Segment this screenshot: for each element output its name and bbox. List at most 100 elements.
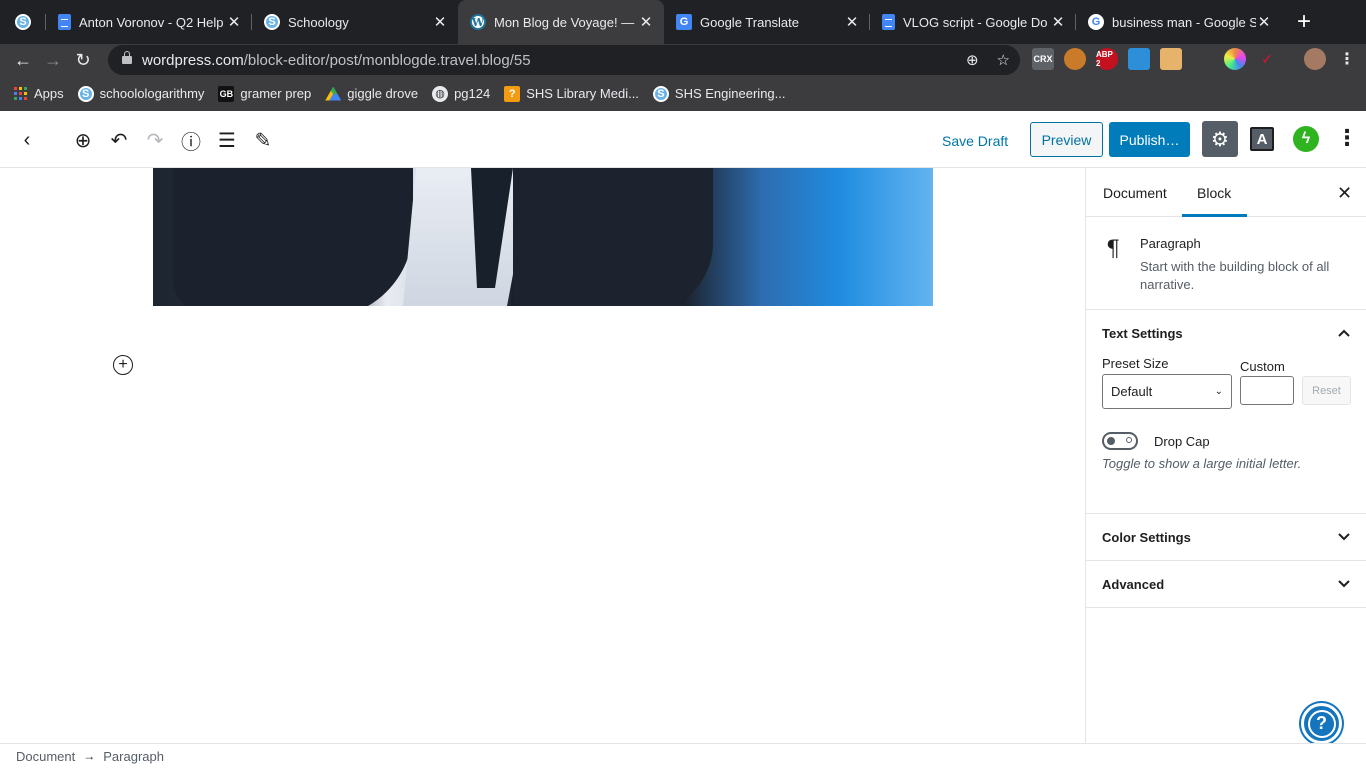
block-inserter-plus-icon[interactable]: + — [113, 355, 133, 375]
schoology-icon: S — [15, 14, 31, 30]
custom-size-input[interactable] — [1240, 376, 1294, 405]
globe-icon: ◍ — [432, 85, 449, 102]
bookmark-apps[interactable]: Apps — [14, 86, 64, 101]
close-icon[interactable]: ✕ — [844, 13, 860, 31]
close-icon[interactable]: ✕ — [432, 13, 448, 31]
tab-schoology[interactable]: S Schoology ✕ — [252, 0, 458, 44]
chevron-down-icon — [1338, 533, 1350, 541]
text-settings-panel: Text Settings Preset Size Custom Default… — [1086, 310, 1366, 514]
advanced-panel[interactable]: Advanced — [1086, 561, 1366, 608]
google-translate-icon: G — [676, 14, 692, 30]
bookmark-shs-engineering[interactable]: S SHS Engineering... — [652, 85, 786, 102]
checkmark-extension-icon[interactable] — [1128, 48, 1150, 70]
close-sidebar-icon[interactable]: ✕ — [1337, 183, 1352, 204]
crx-extension-icon[interactable]: CRX — [1032, 48, 1054, 70]
address-bar[interactable]: wordpress.com/block-editor/post/monblogd… — [108, 45, 1020, 75]
tab-schoology-pinned[interactable]: S — [0, 0, 46, 44]
add-block-icon[interactable]: ⊕ — [71, 128, 95, 152]
undo-icon[interactable]: ↶ — [107, 128, 131, 152]
browser-tab-strip: S Anton Voronov - Q2 Help ✕ S Schoology … — [0, 0, 1366, 44]
google-drive-icon — [325, 86, 342, 101]
tab-title: Mon Blog de Voyage! — V — [494, 14, 638, 30]
bookmark-pg124[interactable]: ◍ pg124 — [432, 85, 490, 102]
sidebar-tabs: Document Block ✕ — [1086, 168, 1366, 217]
profile-avatar[interactable] — [1304, 48, 1326, 70]
arrow-right-icon: → — [83, 749, 96, 763]
bookmark-gramer-prep[interactable]: GB gramer prep — [218, 85, 311, 102]
gb-icon: GB — [218, 85, 235, 102]
close-icon[interactable]: ✕ — [1256, 13, 1272, 31]
redo-icon[interactable]: ↷ — [143, 128, 167, 152]
help-question-icon[interactable]: ? — [1301, 703, 1342, 744]
advanced-title: Advanced — [1102, 577, 1165, 592]
jetpack-icon[interactable]: ϟ — [1293, 126, 1319, 152]
breadcrumb-document[interactable]: Document — [16, 749, 75, 764]
publish-button[interactable]: Publish… — [1109, 122, 1190, 157]
tab-title: business man - Google S — [1112, 14, 1256, 30]
close-icon[interactable]: ✕ — [1050, 13, 1066, 31]
info-icon[interactable]: ⓘ — [179, 128, 203, 154]
adblock-extension-icon[interactable]: ABP 2 — [1096, 48, 1118, 70]
settings-gear-icon[interactable]: ⚙ — [1202, 121, 1238, 157]
save-draft-button[interactable]: Save Draft — [936, 129, 1014, 153]
custom-size-label: Custom — [1240, 359, 1285, 374]
close-icon[interactable]: ✕ — [638, 13, 654, 31]
image-block-business-man[interactable] — [153, 168, 933, 306]
chrome-menu-icon[interactable]: ⋮ — [1336, 48, 1358, 70]
schoology-icon: S — [264, 14, 280, 30]
editor-canvas[interactable]: + — [0, 168, 1085, 743]
tab-anton-voronov[interactable]: Anton Voronov - Q2 Help ✕ — [46, 0, 252, 44]
outline-icon[interactable]: ☰ — [215, 128, 239, 152]
tab-title: VLOG script - Google Do — [903, 14, 1048, 30]
drop-cap-toggle[interactable] — [1102, 432, 1138, 450]
more-options-icon[interactable]: ⋮ — [1336, 127, 1358, 151]
new-tab-button[interactable]: + — [1282, 0, 1326, 44]
bookmark-schoolologarithmy[interactable]: S schoolologarithmy — [77, 85, 204, 102]
preset-size-label: Preset Size — [1102, 356, 1169, 371]
tab-vlog-script[interactable]: VLOG script - Google Do ✕ — [870, 0, 1076, 44]
chevron-up-icon — [1338, 329, 1350, 337]
back-icon[interactable]: ← — [8, 50, 38, 71]
edit-pencil-icon[interactable]: ✎ — [251, 128, 275, 152]
chevron-down-icon: ⌄ — [1214, 386, 1223, 397]
pen-extension-icon[interactable]: ✓ — [1256, 48, 1278, 70]
color-settings-title: Color Settings — [1102, 530, 1191, 545]
forward-icon[interactable]: → — [38, 50, 68, 71]
preview-button[interactable]: Preview — [1030, 122, 1103, 157]
dark-extension-icon[interactable] — [1192, 48, 1214, 70]
bookmark-shs-library[interactable]: ? SHS Library Medi... — [504, 85, 639, 102]
block-card: ¶ Paragraph Start with the building bloc… — [1086, 217, 1366, 310]
bookmark-star-icon[interactable]: ☆ — [997, 51, 1010, 69]
settings-sidebar: Document Block ✕ ¶ Paragraph Start with … — [1085, 168, 1366, 743]
color-extension-icon[interactable] — [1224, 48, 1246, 70]
google-docs-icon — [58, 14, 71, 30]
tab-document[interactable]: Document — [1103, 185, 1167, 201]
tab-business-man[interactable]: G business man - Google S ✕ — [1076, 0, 1282, 44]
text-settings-toggle[interactable]: Text Settings — [1086, 310, 1366, 356]
reset-button[interactable]: Reset — [1302, 376, 1351, 405]
schoology-icon: S — [77, 85, 94, 102]
google-icon: G — [1088, 14, 1104, 30]
preset-size-select[interactable]: Default ⌄ — [1102, 374, 1232, 409]
font-a-button[interactable]: A — [1250, 127, 1274, 151]
url-text[interactable]: wordpress.com/block-editor/post/monblogd… — [142, 52, 531, 69]
extensions-bar: CRX ABP 2 ✓ ⋮ — [1032, 48, 1358, 70]
breadcrumb-paragraph[interactable]: Paragraph — [103, 749, 164, 764]
close-icon[interactable]: ✕ — [226, 13, 242, 31]
face-extension-icon[interactable] — [1160, 48, 1182, 70]
apps-grid-icon — [14, 86, 28, 101]
tab-title: Schoology — [288, 14, 349, 30]
tab-google-translate[interactable]: G Google Translate ✕ — [664, 0, 870, 44]
color-settings-panel[interactable]: Color Settings — [1086, 514, 1366, 561]
lock-icon — [122, 51, 132, 64]
tab-mon-blog[interactable]: W Mon Blog de Voyage! — V ✕ — [458, 0, 664, 44]
text-settings-title: Text Settings — [1102, 326, 1183, 341]
reload-icon[interactable]: ↻ — [68, 50, 98, 71]
drop-cap-help: Toggle to show a large initial letter. — [1102, 456, 1302, 471]
add-icon[interactable]: ⊕ — [966, 51, 979, 69]
library-icon: ? — [504, 85, 521, 102]
tab-block[interactable]: Block — [1197, 185, 1231, 201]
bookmark-giggle-drove[interactable]: giggle drove — [325, 86, 418, 101]
owl-extension-icon[interactable] — [1064, 48, 1086, 70]
back-to-posts-icon[interactable]: ‹ — [15, 128, 39, 152]
